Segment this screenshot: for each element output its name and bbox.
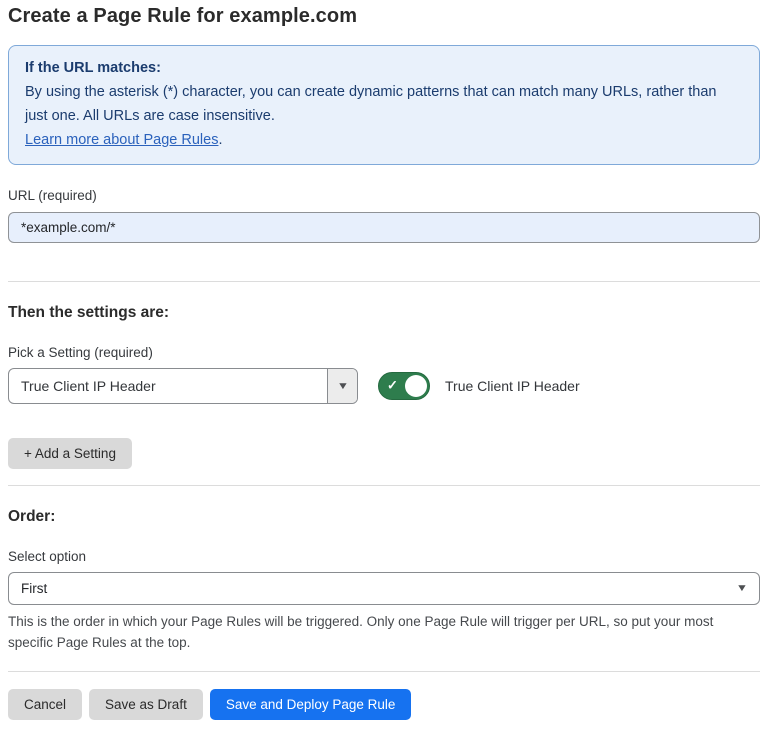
pick-setting-label: Pick a Setting (required) (8, 345, 760, 360)
footer-actions: Cancel Save as Draft Save and Deploy Pag… (8, 689, 760, 720)
link-period: . (218, 132, 222, 148)
learn-more-link[interactable]: Learn more about Page Rules (25, 132, 218, 148)
order-select[interactable]: First ▼ (8, 572, 760, 605)
page-rule-form: Create a Page Rule for example.com If th… (0, 0, 769, 740)
settings-section-heading: Then the settings are: (8, 304, 760, 322)
divider (8, 281, 760, 282)
caret-down-icon: ▼ (736, 583, 748, 594)
divider (8, 485, 760, 486)
check-icon: ✓ (387, 378, 398, 394)
url-field-label: URL (required) (8, 188, 760, 203)
divider (8, 671, 760, 672)
save-deploy-button[interactable]: Save and Deploy Page Rule (210, 689, 412, 720)
order-help-text: This is the order in which your Page Rul… (8, 611, 748, 653)
true-client-ip-toggle[interactable]: ✓ (378, 372, 430, 400)
order-section-heading: Order: (8, 508, 760, 526)
setting-row: True Client IP Header ▼ ✓ True Client IP… (8, 368, 760, 404)
info-box-heading: If the URL matches: (25, 56, 743, 80)
add-setting-button[interactable]: + Add a Setting (8, 438, 132, 469)
url-match-info-box: If the URL matches: By using the asteris… (8, 45, 760, 165)
setting-select[interactable]: True Client IP Header ▼ (8, 368, 358, 404)
toggle-knob (405, 375, 427, 397)
url-input[interactable] (8, 212, 760, 243)
info-box-link-line: Learn more about Page Rules. (25, 128, 743, 152)
cancel-button[interactable]: Cancel (8, 689, 82, 720)
page-title: Create a Page Rule for example.com (8, 5, 760, 28)
toggle-label: True Client IP Header (445, 378, 580, 394)
order-select-value: First (21, 581, 737, 596)
caret-down-icon: ▼ (336, 381, 348, 392)
setting-select-arrow-button[interactable]: ▼ (327, 369, 357, 403)
info-box-body: By using the asterisk (*) character, you… (25, 80, 743, 128)
setting-select-value: True Client IP Header (9, 378, 327, 394)
order-select-label: Select option (8, 549, 760, 564)
save-draft-button[interactable]: Save as Draft (89, 689, 203, 720)
